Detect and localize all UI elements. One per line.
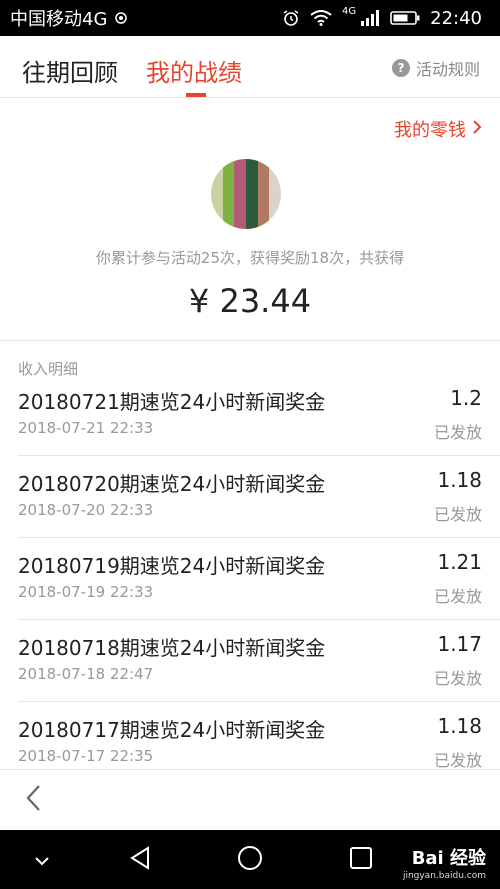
square-recents-icon (349, 846, 373, 874)
item-date: 2018-07-21 22:33 (18, 419, 154, 437)
circle-home-icon (236, 844, 264, 876)
item-amount: 1.17 (437, 632, 482, 656)
wallet-label: 我的零钱 (394, 120, 466, 141)
chevron-right-icon (472, 119, 482, 140)
item-title: 20180719期速览24小时新闻奖金 (18, 554, 326, 578)
carrier-label: 中国移动4G (10, 9, 108, 30)
baidu-watermark: Bai 经验 jingyan.baidu.com (403, 844, 486, 881)
watermark-brand: Bai 经验 (411, 848, 486, 869)
battery-icon (390, 10, 420, 26)
item-status: 已发放 (433, 505, 482, 524)
item-date: 2018-07-20 22:33 (18, 501, 154, 519)
rules-link[interactable]: ? 活动规则 (391, 56, 480, 80)
nav-back-button[interactable] (125, 845, 155, 875)
alarm-icon (282, 9, 300, 27)
item-amount: 1.2 (450, 386, 482, 410)
item-status: 已发放 (433, 669, 482, 688)
signal-icon (360, 10, 380, 26)
tab-past[interactable]: 往期回顾 (22, 53, 118, 88)
bottom-toolbar (0, 769, 500, 830)
wifi-icon (310, 10, 332, 26)
avatar (211, 159, 281, 229)
hide-nav-button[interactable] (27, 845, 57, 875)
hotspot-icon (113, 10, 129, 26)
top-tabs: 往期回顾 我的战绩 ? 活动规则 (0, 36, 500, 98)
item-title: 20180718期速览24小时新闻奖金 (18, 636, 326, 660)
nav-home-button[interactable] (235, 845, 265, 875)
item-status: 已发放 (433, 423, 482, 442)
income-list: 20180721期速览24小时新闻奖金 1.2 2018-07-21 22:33… (0, 374, 500, 784)
list-item[interactable]: 20180721期速览24小时新闻奖金 1.2 2018-07-21 22:33… (18, 374, 500, 456)
chevron-left-icon (24, 783, 42, 817)
system-nav-bar: Bai 经验 jingyan.baidu.com (0, 830, 500, 889)
participation-summary: 你累计参与活动25次，获得奖励18次，共获得 (95, 249, 405, 267)
item-date: 2018-07-18 22:47 (18, 665, 154, 683)
section-divider (0, 340, 500, 341)
triangle-back-icon (128, 845, 152, 875)
item-date: 2018-07-17 22:35 (18, 747, 154, 765)
chevron-down-icon (34, 851, 50, 870)
network-type-label: 4G (342, 5, 357, 17)
item-title: 20180720期速览24小时新闻奖金 (18, 472, 326, 496)
wallet-link[interactable]: 我的零钱 (394, 116, 482, 142)
nav-recents-button[interactable] (346, 845, 376, 875)
list-item[interactable]: 20180720期速览24小时新闻奖金 1.18 2018-07-20 22:3… (18, 456, 500, 538)
rules-label: 活动规则 (415, 60, 480, 79)
item-date: 2018-07-19 22:33 (18, 583, 154, 601)
list-item[interactable]: 20180719期速览24小时新闻奖金 1.21 2018-07-19 22:3… (18, 538, 500, 620)
clock: 22:40 (430, 7, 482, 29)
item-amount: 1.21 (437, 550, 482, 574)
watermark-url: jingyan.baidu.com (402, 871, 486, 881)
item-status: 已发放 (433, 751, 482, 770)
active-tab-indicator (186, 93, 206, 97)
list-item[interactable]: 20180718期速览24小时新闻奖金 1.17 2018-07-18 22:4… (18, 620, 500, 702)
item-title: 20180721期速览24小时新闻奖金 (18, 390, 326, 414)
item-amount: 1.18 (437, 714, 482, 738)
item-status: 已发放 (433, 587, 482, 606)
status-bar: 中国移动4G 4G 22:40 (0, 0, 500, 36)
tab-mine[interactable]: 我的战绩 (146, 53, 242, 88)
total-earnings: ¥ 23.44 (188, 282, 312, 320)
question-icon: ? (391, 59, 410, 77)
item-amount: 1.18 (437, 468, 482, 492)
back-button[interactable] (18, 784, 48, 816)
item-title: 20180717期速览24小时新闻奖金 (18, 718, 326, 742)
